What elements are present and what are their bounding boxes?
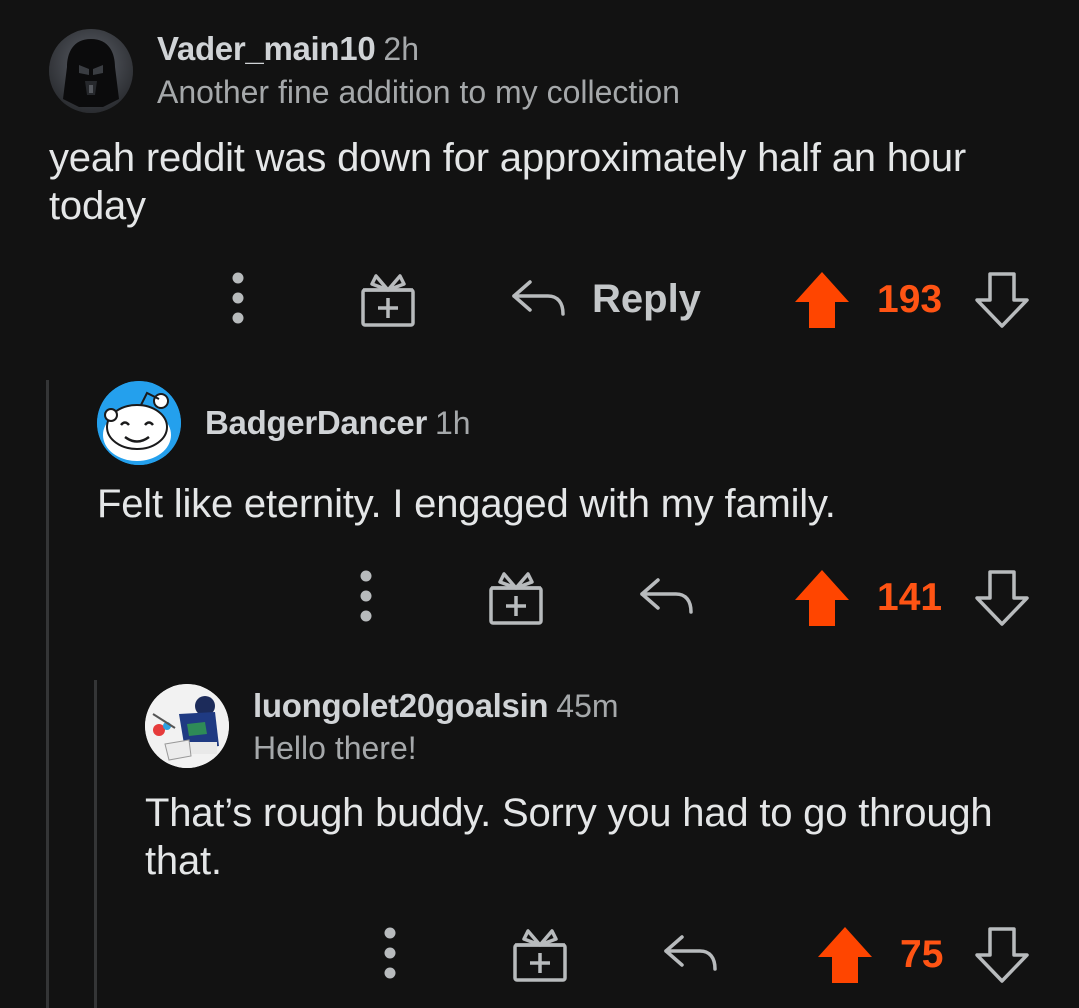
reply-icon xyxy=(512,280,565,316)
more-options-button[interactable] xyxy=(346,563,386,629)
avatar-vader[interactable] xyxy=(49,29,133,113)
timestamp: 45m xyxy=(556,688,619,724)
thread-line[interactable] xyxy=(46,380,49,1008)
score: 193 xyxy=(877,278,943,321)
reply-icon xyxy=(664,935,717,971)
award-button[interactable] xyxy=(483,567,549,627)
comment-actions: Reply 193 xyxy=(0,265,1079,335)
comment-actions: 141 xyxy=(0,563,1079,633)
more-options-button[interactable] xyxy=(218,265,258,331)
upvote-icon xyxy=(818,927,872,983)
downvote-button[interactable] xyxy=(972,924,1032,986)
award-icon xyxy=(489,572,543,625)
upvote-icon xyxy=(795,272,849,328)
award-icon xyxy=(361,274,415,327)
hockey-goalie-avatar-icon xyxy=(145,684,229,768)
award-icon xyxy=(513,929,567,982)
more-options-icon xyxy=(360,570,372,622)
upvote-button[interactable] xyxy=(815,924,875,986)
reply-button[interactable] xyxy=(633,571,699,623)
comment-header: luongolet20goalsin 45m xyxy=(253,687,619,725)
score: 75 xyxy=(900,933,944,976)
reply-button[interactable] xyxy=(657,928,723,980)
comment-header: BadgerDancer 1h xyxy=(205,404,471,442)
comment-actions: 75 xyxy=(0,920,1079,990)
darth-vader-avatar-icon xyxy=(49,29,133,113)
user-flair: Hello there! xyxy=(253,730,417,766)
upvote-button[interactable] xyxy=(792,269,852,331)
downvote-icon xyxy=(975,927,1029,983)
reply-button[interactable] xyxy=(505,273,571,325)
more-options-icon xyxy=(232,272,244,324)
score: 141 xyxy=(877,576,943,619)
award-button[interactable] xyxy=(355,269,421,329)
comment-body: yeah reddit was down for approximately h… xyxy=(49,136,966,228)
downvote-button[interactable] xyxy=(972,269,1032,331)
comment-header: Vader_main10 2h xyxy=(157,30,419,68)
reply-icon xyxy=(640,578,693,614)
reply-label[interactable]: Reply xyxy=(592,277,701,322)
comment-body: That’s rough buddy. Sorry you had to go … xyxy=(145,791,993,883)
user-flair: Another fine addition to my collection xyxy=(157,74,680,110)
username[interactable]: Vader_main10 xyxy=(157,30,376,67)
downvote-button[interactable] xyxy=(972,567,1032,629)
username[interactable]: luongolet20goalsin xyxy=(253,687,549,724)
snoo-avatar-icon xyxy=(97,381,181,465)
comment-body: Felt like eternity. I engaged with my fa… xyxy=(97,482,836,526)
avatar-luongolet20goalsin[interactable] xyxy=(145,684,229,768)
more-options-button[interactable] xyxy=(370,920,410,986)
username[interactable]: BadgerDancer xyxy=(205,404,427,441)
timestamp: 2h xyxy=(383,31,419,67)
more-options-icon xyxy=(384,927,396,979)
award-button[interactable] xyxy=(507,924,573,984)
upvote-icon xyxy=(795,570,849,626)
downvote-icon xyxy=(975,272,1029,328)
avatar-badgerdancer[interactable] xyxy=(97,381,181,465)
timestamp: 1h xyxy=(435,405,471,441)
upvote-button[interactable] xyxy=(792,567,852,629)
downvote-icon xyxy=(975,570,1029,626)
